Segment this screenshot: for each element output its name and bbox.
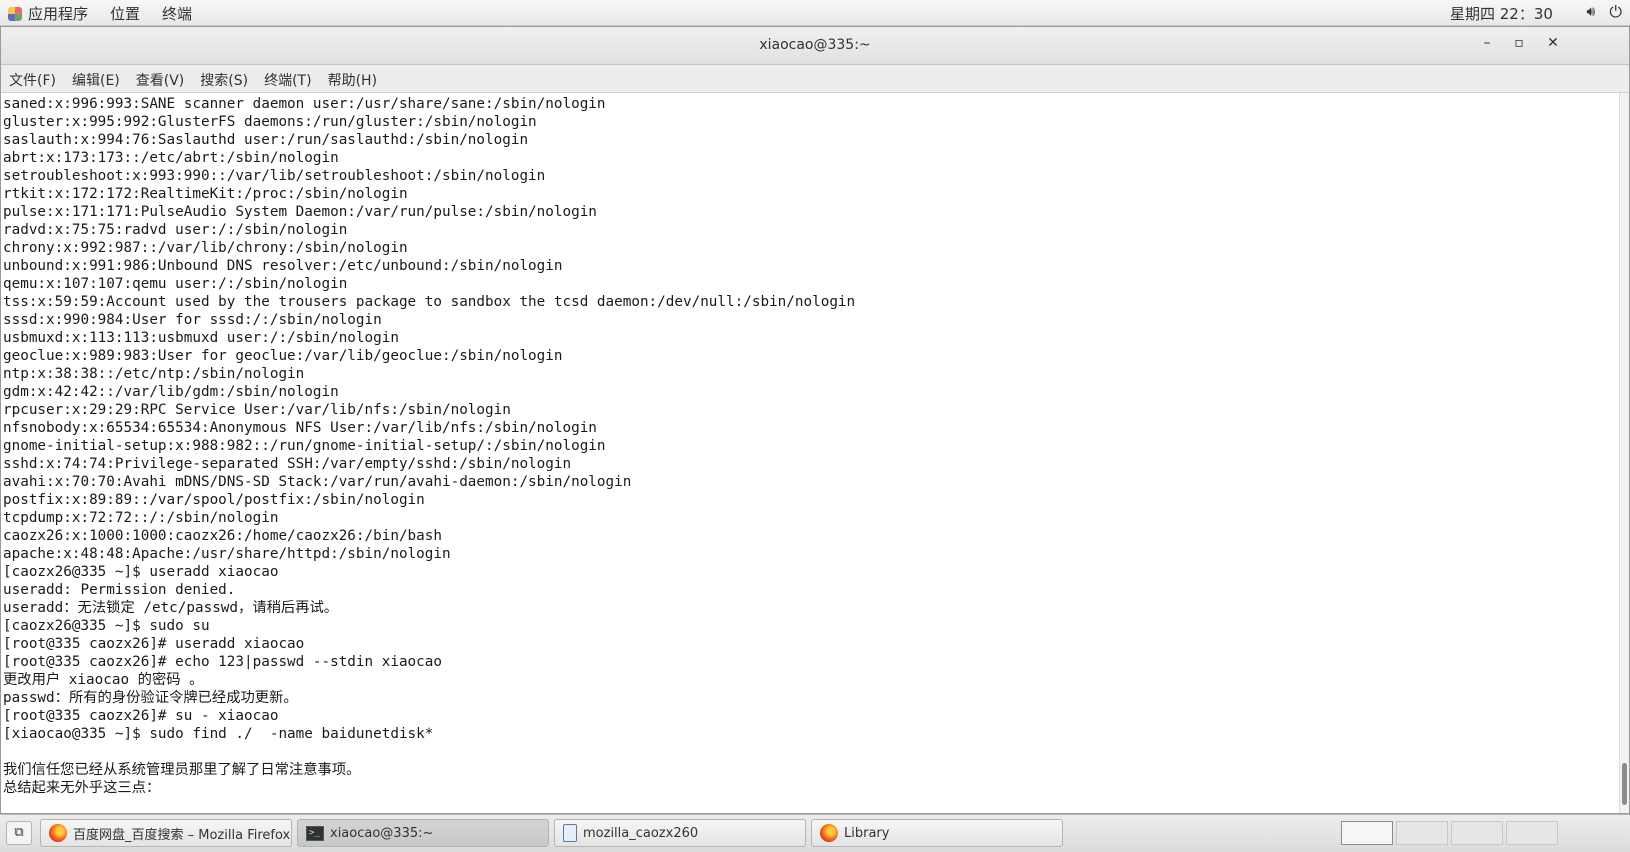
terminal-line: chrony:x:992:987::/var/lib/chrony:/sbin/… [3, 240, 408, 256]
terminal-line: unbound:x:991:986:Unbound DNS resolver:/… [3, 258, 563, 274]
terminal-line: 我们信任您已经从系统管理员那里了解了日常注意事项。 [3, 762, 361, 778]
menu-applications[interactable]: 应用程序 [28, 3, 88, 24]
terminal-line: 更改用户 xiaocao 的密码 。 [3, 672, 204, 688]
terminal-line: tcpdump:x:72:72::/:/sbin/nologin [3, 510, 279, 526]
firefox-icon [49, 824, 67, 842]
terminal-line: caozx26:x:1000:1000:caozx26:/home/caozx2… [3, 528, 442, 544]
terminal-line: saslauth:x:994:76:Saslauthd user:/run/sa… [3, 132, 529, 148]
terminal-line: gluster:x:995:992:GlusterFS daemons:/run… [3, 114, 537, 130]
scrollbar-thumb[interactable] [1622, 763, 1627, 805]
terminal-line: apache:x:48:48:Apache:/usr/share/httpd:/… [3, 546, 451, 562]
terminal-line: geoclue:x:989:983:User for geoclue:/var/… [3, 348, 563, 364]
firefox-icon [820, 824, 838, 842]
terminal-output[interactable]: saned:x:996:993:SANE scanner daemon user… [1, 93, 1619, 813]
terminal-line: pulse:x:171:171:PulseAudio System Daemon… [3, 204, 597, 220]
document-icon [563, 824, 577, 842]
terminal-line: setroubleshoot:x:993:990::/var/lib/setro… [3, 168, 546, 184]
menu-search[interactable]: 搜索(S) [192, 65, 256, 92]
terminal-line: abrt:x:173:173::/etc/abrt:/sbin/nologin [3, 150, 339, 166]
terminal-line: qemu:x:107:107:qemu user:/:/sbin/nologin [3, 276, 348, 292]
terminal-scrollbar[interactable] [1619, 93, 1629, 813]
terminal-line: gnome-initial-setup:x:988:982::/run/gnom… [3, 438, 606, 454]
terminal-line: radvd:x:75:75:radvd user:/:/sbin/nologin [3, 222, 348, 238]
terminal-line: sshd:x:74:74:Privilege-separated SSH:/va… [3, 456, 572, 472]
window-title: xiaocao@335:~ [759, 37, 871, 53]
workspace-3[interactable] [1451, 821, 1503, 845]
menubar: 文件(F) 编辑(E) 查看(V) 搜索(S) 终端(T) 帮助(H) [1, 65, 1629, 93]
terminal-line: [caozx26@335 ~]$ sudo su [3, 618, 210, 634]
close-button[interactable]: ✕ [1543, 35, 1563, 51]
terminal-line: nfsnobody:x:65534:65534:Anonymous NFS Us… [3, 420, 597, 436]
terminal-line: usbmuxd:x:113:113:usbmuxd user:/:/sbin/n… [3, 330, 399, 346]
task-label: xiaocao@335:~ [330, 825, 434, 841]
terminal-line: rtkit:x:172:172:RealtimeKit:/proc:/sbin/… [3, 186, 408, 202]
menu-edit[interactable]: 编辑(E) [64, 65, 128, 92]
terminal-line: gdm:x:42:42::/var/lib/gdm:/sbin/nologin [3, 384, 339, 400]
task-label: 百度网盘_百度搜索 – Mozilla Firefox [73, 827, 291, 843]
minimize-button[interactable]: – [1477, 35, 1497, 51]
terminal-line: [xiaocao@335 ~]$ sudo find ./ -name baid… [3, 726, 434, 742]
task-terminal[interactable]: >_ xiaocao@335:~ [297, 819, 549, 847]
workspace-1[interactable] [1341, 821, 1393, 845]
terminal-line: [root@335 caozx26]# echo 123|passwd --st… [3, 654, 442, 670]
top-panel: 应用程序 位置 终端 星期四 22：30 🔊︎ ⏻ [0, 0, 1630, 26]
terminal-line: passwd：所有的身份验证令牌已经成功更新。 [3, 690, 298, 706]
clock[interactable]: 星期四 22：30 [1450, 3, 1553, 24]
task-label: Library [844, 825, 890, 841]
terminal-line: saned:x:996:993:SANE scanner daemon user… [3, 96, 606, 112]
terminal-line: useradd: Permission denied. [3, 582, 236, 598]
terminal-icon: >_ [306, 825, 324, 841]
task-library[interactable]: Library [811, 819, 1063, 847]
task-document[interactable]: mozilla_caozx260 [554, 819, 806, 847]
terminal-line: avahi:x:70:70:Avahi mDNS/DNS-SD Stack:/v… [3, 474, 632, 490]
maximize-button[interactable]: ▫ [1509, 35, 1529, 51]
menu-file[interactable]: 文件(F) [1, 65, 64, 92]
bottom-taskbar: ⧉ 百度网盘_百度搜索 – Mozilla Firefox >_ xiaocao… [0, 814, 1630, 852]
show-desktop-icon[interactable]: ⧉ [6, 821, 32, 845]
power-icon[interactable]: ⏻ [1609, 2, 1622, 22]
terminal-line: [root@335 caozx26]# su - xiaocao [3, 708, 279, 724]
app-menu-icon [8, 6, 22, 21]
volume-icon[interactable]: 🔊︎ [1587, 4, 1596, 20]
terminal-line: 总结起来无外乎这三点： [3, 780, 161, 796]
terminal-line: ntp:x:38:38::/etc/ntp:/sbin/nologin [3, 366, 305, 382]
menu-terminal-window[interactable]: 终端(T) [256, 65, 319, 92]
workspace-4[interactable] [1506, 821, 1558, 845]
task-firefox-baidu[interactable]: 百度网盘_百度搜索 – Mozilla Firefox [40, 819, 292, 847]
terminal-line: postfix:x:89:89::/var/spool/postfix:/sbi… [3, 492, 425, 508]
terminal-line: [caozx26@335 ~]$ useradd xiaocao [3, 564, 279, 580]
menu-terminal[interactable]: 终端 [162, 3, 192, 24]
workspace-2[interactable] [1396, 821, 1448, 845]
applications-menu[interactable]: 应用程序 [8, 3, 88, 24]
terminal-line: sssd:x:990:984:User for sssd:/:/sbin/nol… [3, 312, 382, 328]
window-titlebar[interactable]: xiaocao@335:~ – ▫ ✕ [1, 27, 1629, 65]
terminal-line: tss:x:59:59:Account used by the trousers… [3, 294, 856, 310]
terminal-line: useradd：无法锁定 /etc/passwd，请稍后再试。 [3, 600, 339, 616]
task-label: mozilla_caozx260 [583, 825, 699, 841]
menu-places[interactable]: 位置 [110, 3, 140, 24]
menu-help[interactable]: 帮助(H) [320, 65, 385, 92]
terminal-line: rpcuser:x:29:29:RPC Service User:/var/li… [3, 402, 511, 418]
menu-view[interactable]: 查看(V) [128, 65, 193, 92]
terminal-window: xiaocao@335:~ – ▫ ✕ 文件(F) 编辑(E) 查看(V) 搜索… [0, 26, 1630, 814]
terminal-line: [root@335 caozx26]# useradd xiaocao [3, 636, 305, 652]
